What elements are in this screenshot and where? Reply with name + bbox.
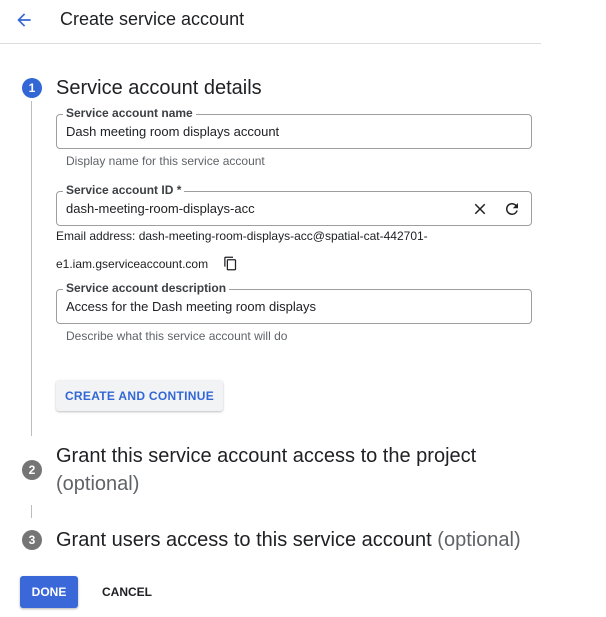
service-account-description-label: Service account description xyxy=(63,281,230,295)
step-3-heading: Grant users access to this service accou… xyxy=(56,529,521,552)
service-account-name-field[interactable]: Service account name Dash meeting room d… xyxy=(56,106,532,149)
close-icon xyxy=(474,203,486,215)
arrow-back-icon xyxy=(17,13,31,27)
service-account-name-label: Service account name xyxy=(63,106,196,120)
step-1-indicator: 1 xyxy=(22,78,42,98)
service-account-id-label: Service account ID * xyxy=(63,183,185,197)
copy-email-button[interactable] xyxy=(219,252,241,274)
step-3-optional: (optional) xyxy=(437,529,521,551)
refresh-icon xyxy=(506,203,518,215)
service-account-description-field[interactable]: Service account description Access for t… xyxy=(56,281,532,324)
create-and-continue-button[interactable]: CREATE AND CONTINUE xyxy=(56,380,223,411)
email-address-line: Email address: dash-meeting-room-display… xyxy=(56,229,428,243)
clear-button[interactable] xyxy=(469,198,491,220)
step-3-indicator: 3 xyxy=(22,530,42,550)
email-address-domain: e1.iam.gserviceaccount.com xyxy=(56,257,209,271)
page-title: Create service account xyxy=(60,9,245,29)
cancel-button[interactable]: CANCEL xyxy=(96,576,158,608)
service-account-description-value: Access for the Dash meeting room display… xyxy=(66,299,316,314)
step-2-title: Grant this service account access to the… xyxy=(56,445,477,467)
service-account-name-value: Dash meeting room displays account xyxy=(66,124,280,139)
step-1-title: Service account details xyxy=(56,77,262,99)
step-connector-1 xyxy=(31,101,32,436)
service-account-id-field[interactable]: Service account ID * dash-meeting-room-d… xyxy=(56,183,532,226)
step-3-title: Grant users access to this service accou… xyxy=(56,529,432,551)
copy-icon xyxy=(223,256,236,270)
step-2-indicator: 2 xyxy=(22,460,42,480)
done-button[interactable]: DONE xyxy=(20,576,78,608)
regenerate-button[interactable] xyxy=(501,198,523,220)
back-button[interactable] xyxy=(10,6,38,34)
service-account-name-helper: Display name for this service account xyxy=(66,154,265,168)
step-connector-2 xyxy=(31,505,32,518)
step-2-optional: (optional) xyxy=(56,473,140,495)
page-header: Create service account xyxy=(0,0,541,44)
service-account-description-helper: Describe what this service account will … xyxy=(66,329,288,343)
service-account-id-value: dash-meeting-room-displays-acc xyxy=(66,201,255,216)
